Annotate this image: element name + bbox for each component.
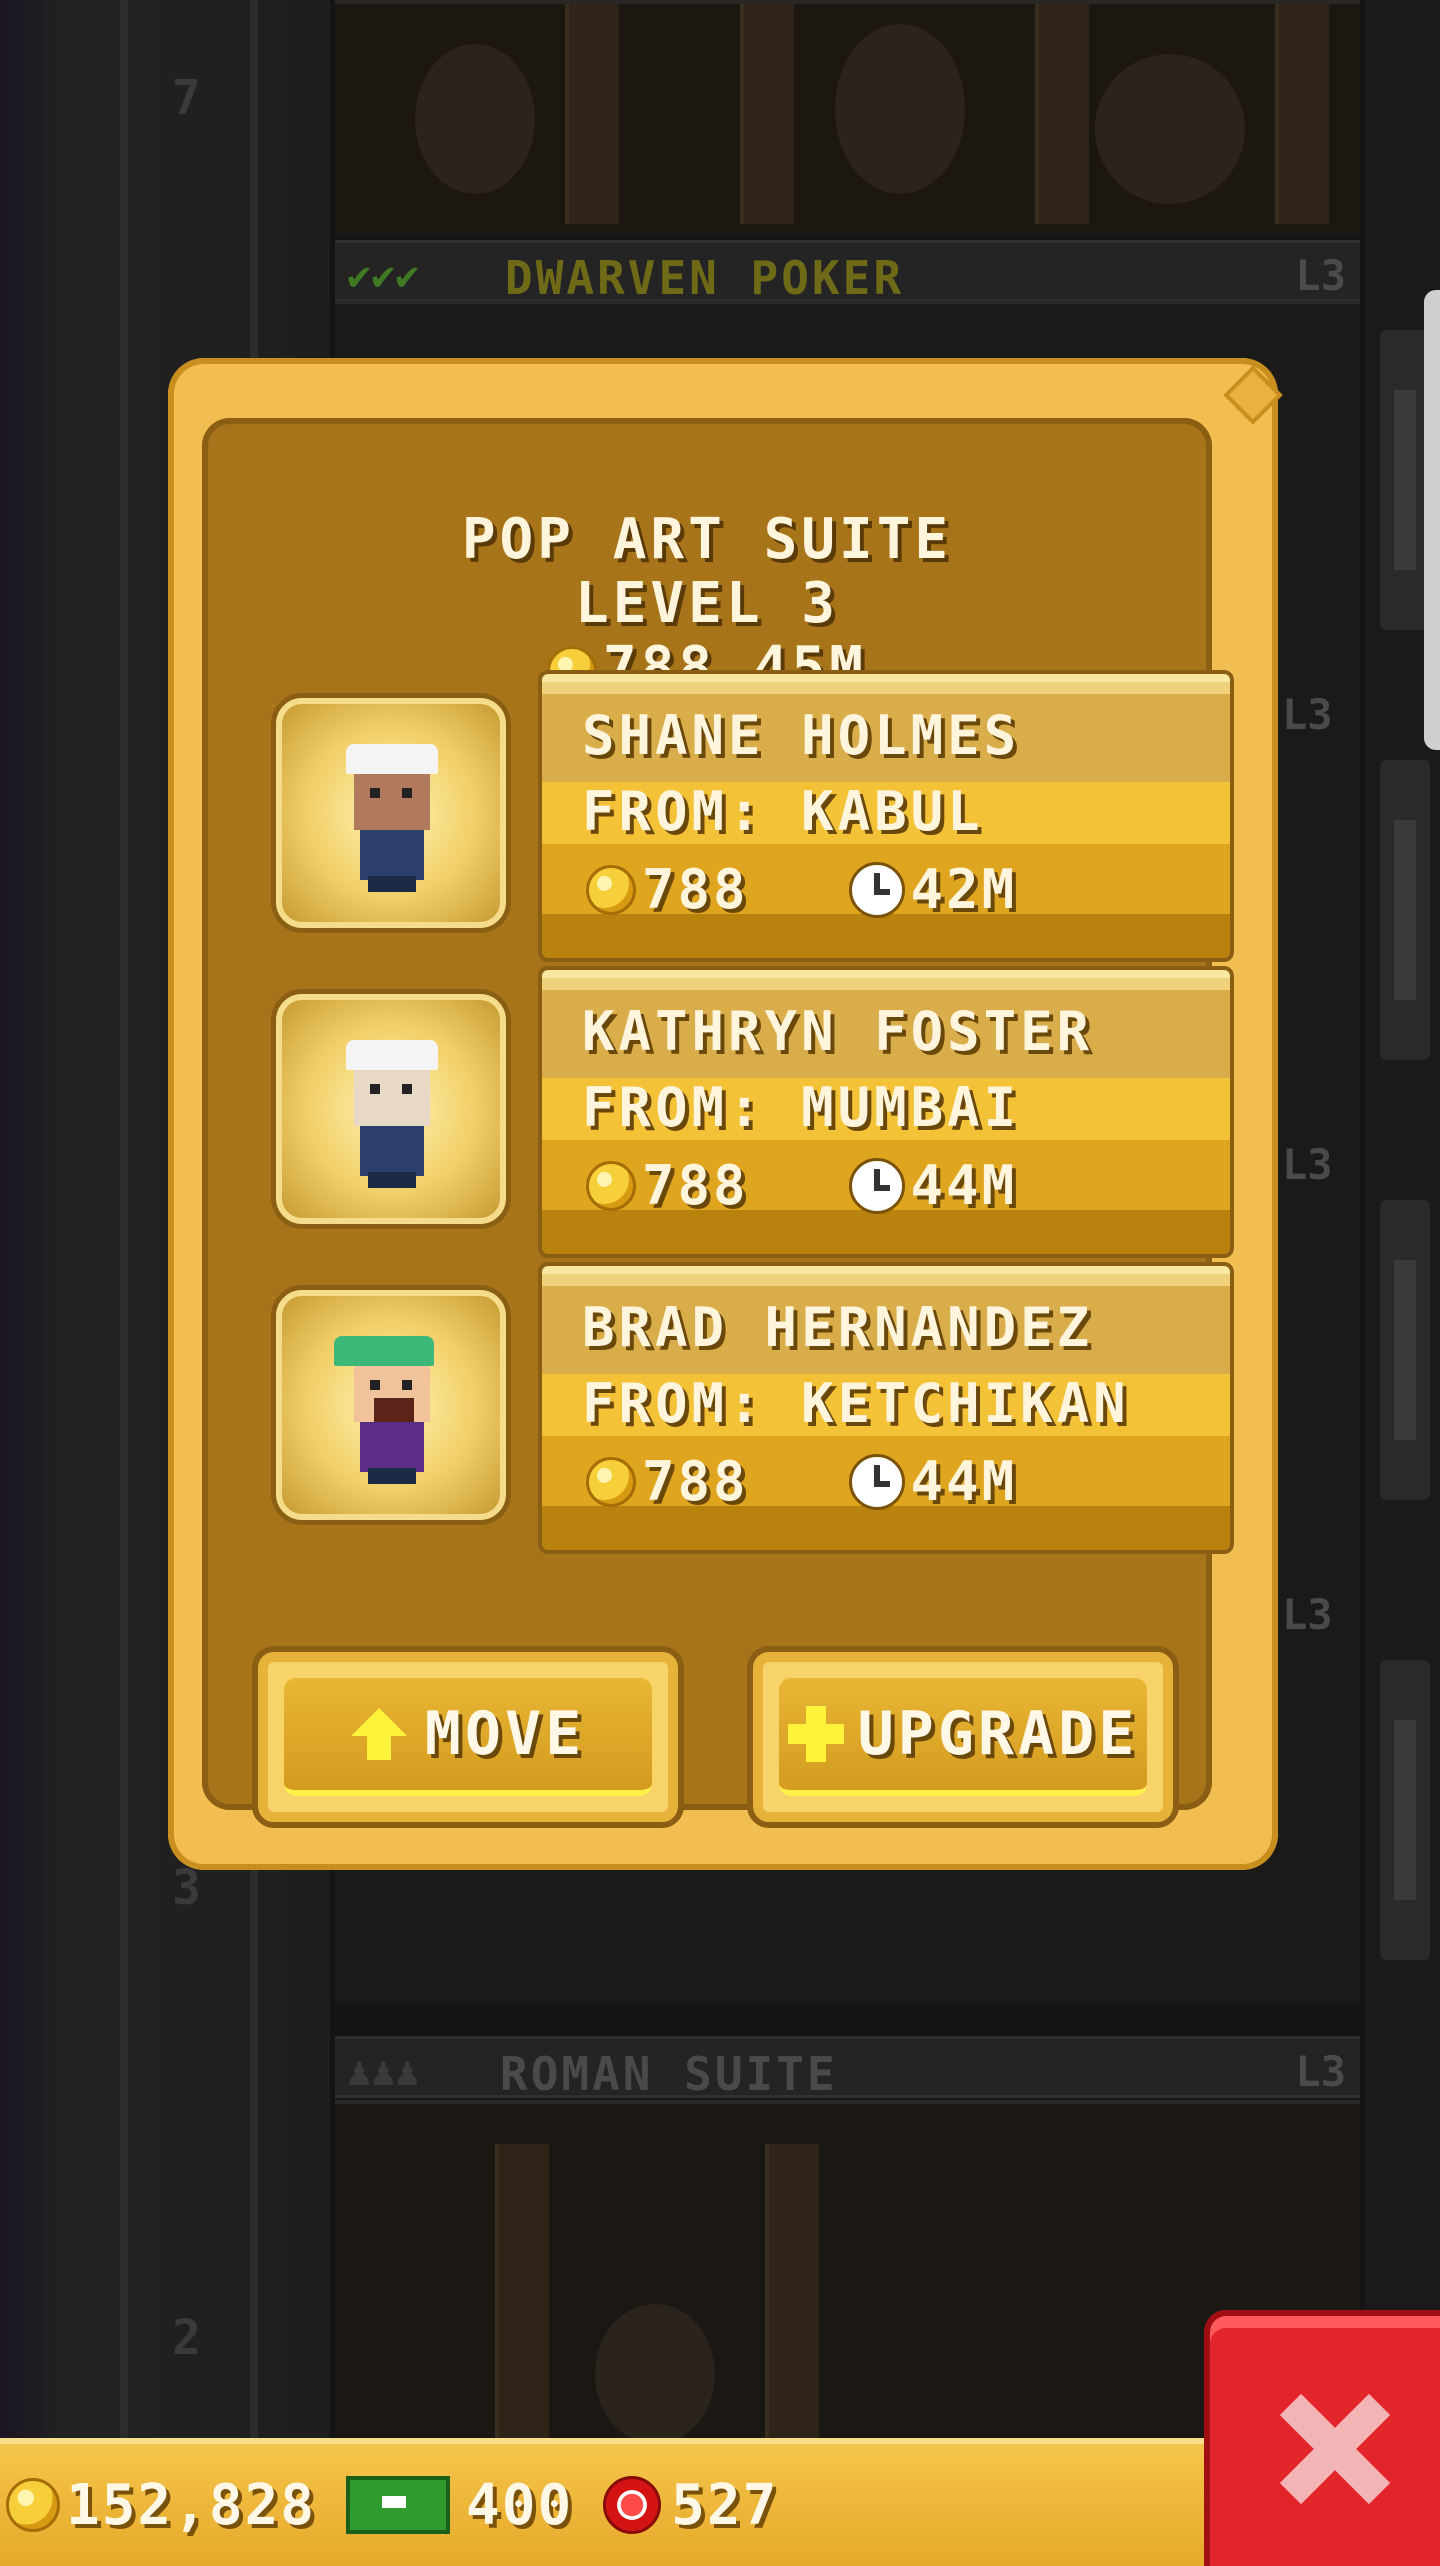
side-panel [1380,330,1430,630]
shaft-rail [120,0,128,2440]
coin-icon [586,1160,636,1211]
guest-stats: 788 42M [586,858,1017,921]
close-icon [1280,2394,1390,2504]
guest-stats: 788 44M [586,1154,1017,1217]
guest-name: KATHRYN FOSTER [582,1000,1094,1063]
close-button[interactable] [1204,2310,1440,2566]
guest-origin: FROM: MUMBAI [582,1076,1021,1139]
guest-row[interactable]: KATHRYN FOSTER FROM: MUMBAI 788 44M [276,966,1236,1258]
floor-name: DWARVEN POKER [505,251,905,305]
bitizen-silhouette [415,44,535,194]
coin-balance[interactable]: 152,828 [6,2473,316,2538]
move-button[interactable]: MOVE [252,1646,684,1828]
side-panel [1380,760,1430,1060]
guest-row[interactable]: BRAD HERNANDEZ FROM: KETCHIKAN 788 44M [276,1262,1236,1554]
guest-coins: 788 [642,858,749,921]
side-panel [1380,1660,1430,1960]
floor-level: L3 [1295,251,1346,300]
floor-level: L3 [1282,1140,1333,1189]
clock-icon [848,861,905,918]
floor-info-modal: POP ART SUITE LEVEL 3 788 45M SHANE HOLM… [168,358,1283,1870]
floor-level: L3 [1282,1590,1333,1639]
floor-room-top[interactable] [335,0,1360,234]
floor-level: L3 [1295,2047,1346,2096]
pillar [1035,4,1089,224]
floor-level: L3 [1282,690,1333,739]
check-icons: ✔✔✔ [347,253,420,299]
bux-amount: 400 [466,2472,574,2538]
move-button-label: MOVE [424,1699,586,1769]
guest-stats: 788 44M [586,1450,1017,1513]
chip-amount: 527 [671,2472,779,2538]
guest-info-card[interactable]: KATHRYN FOSTER FROM: MUMBAI 788 44M [538,966,1234,1258]
modal-inner-panel: POP ART SUITE LEVEL 3 788 45M SHANE HOLM… [202,418,1234,1828]
plus-icon [787,1706,844,1762]
guest-time: 42M [910,858,1018,921]
pillar [765,2144,819,2444]
pillar [565,4,619,224]
pillar [1275,4,1329,224]
scroll-tab[interactable] [1424,290,1440,750]
coin-icon [6,2478,60,2532]
currency-bar: 152,828 400 527 [0,2438,1216,2566]
move-button-face[interactable]: MOVE [284,1678,652,1796]
floor-header-dwarven-poker[interactable]: ✔✔✔ DWARVEN POKER L3 [335,240,1360,305]
statue-silhouette [835,24,965,194]
guest-portrait[interactable] [276,994,506,1224]
clock-icon [848,1453,905,1510]
guest-info-card[interactable]: SHANE HOLMES FROM: KABUL 788 42M [538,670,1234,962]
upgrade-button-label: UPGRADE [857,1699,1139,1769]
floor-name: ROMAN SUITE [500,2047,838,2101]
guest-name: SHANE HOLMES [582,704,1021,767]
bitizen-avatar-icon [340,744,444,894]
floor-level: LEVEL 3 [574,571,839,636]
guest-portrait[interactable] [276,1290,506,1520]
coin-amount: 152,828 [66,2472,317,2538]
floor-number: 2 [172,2310,201,2366]
guest-row[interactable]: SHANE HOLMES FROM: KABUL 788 42M [276,670,1236,962]
side-panel [1380,1200,1430,1500]
floor-number: 7 [172,70,201,126]
guest-origin: FROM: KETCHIKAN [582,1372,1130,1435]
bitizen-avatar-icon [334,1336,444,1486]
coin-icon [586,864,636,915]
guest-icons: ♟♟♟ [347,2049,420,2095]
tower-bux-icon [346,2476,451,2534]
bitizen-avatar-icon [340,1040,444,1190]
guest-portrait[interactable] [276,698,506,928]
guest-name: BRAD HERNANDEZ [582,1296,1094,1359]
upgrade-button-face[interactable]: UPGRADE [779,1678,1147,1796]
bitizen-silhouette [1095,54,1245,204]
pillar [740,4,794,224]
pillar [495,2144,549,2444]
chip-balance[interactable]: 527 [603,2473,778,2538]
bitizen-silhouette [595,2304,715,2444]
guest-origin: FROM: KABUL [582,780,984,843]
guest-coins: 788 [642,1450,749,1513]
guest-coins: 788 [642,1154,749,1217]
guest-info-card[interactable]: BRAD HERNANDEZ FROM: KETCHIKAN 788 44M [538,1262,1234,1554]
coin-icon [586,1456,636,1507]
casino-chip-icon [603,2476,662,2534]
arrow-up-icon [350,1708,407,1760]
floor-title: POP ART SUITE [461,507,953,572]
bux-balance[interactable]: 400 [346,2473,573,2538]
guest-time: 44M [910,1450,1018,1513]
clock-icon [848,1157,905,1214]
upgrade-button[interactable]: UPGRADE [747,1646,1179,1828]
floor-header-roman-suite[interactable]: ♟♟♟ ROMAN SUITE L3 [335,2036,1360,2101]
guest-time: 44M [910,1154,1018,1217]
